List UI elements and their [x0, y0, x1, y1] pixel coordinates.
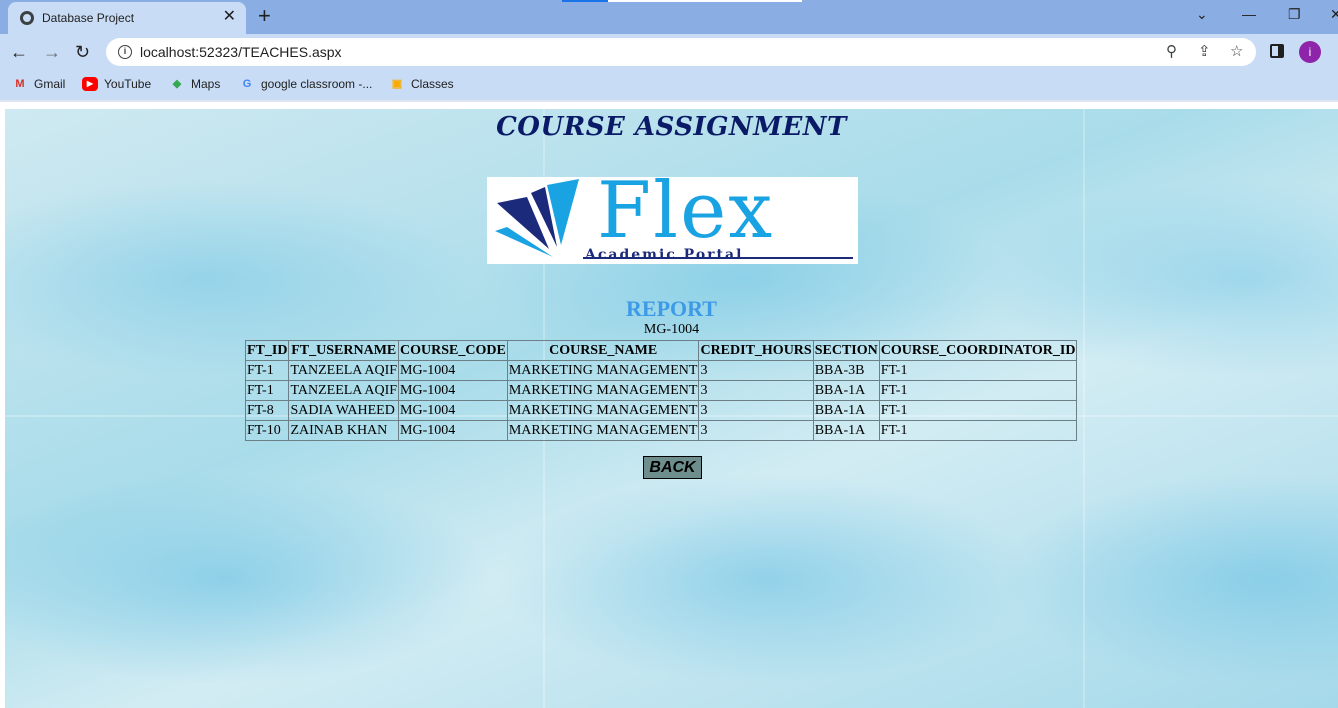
google-icon: G — [242, 78, 252, 90]
tab-strip: Database Project ✕ + ⌄ — ❐ ✕ — [0, 0, 1338, 34]
table-cell: FT-1 — [244, 380, 290, 401]
bookmark-label: Gmail — [34, 77, 66, 91]
bookmark-google-classroom[interactable]: G google classroom -... — [239, 77, 373, 91]
forward-arrow-icon[interactable]: → — [43, 40, 61, 64]
column-header: CREDIT_HOURS — [698, 340, 814, 361]
gmail-icon: M — [15, 78, 25, 90]
flex-logo: Flex Academic Portal — [487, 177, 858, 264]
column-header: COURSE_COORDINATOR_ID — [878, 340, 1078, 361]
table-cell: FT-8 — [244, 400, 290, 421]
table-cell: FT-1 — [244, 360, 290, 381]
reload-icon[interactable]: ↻ — [75, 40, 90, 64]
table-row: FT-1 TANZEELA AQIF MG-1004 MARKETING MAN… — [244, 360, 1078, 381]
report-title: REPORT — [626, 296, 717, 321]
tab-search-chevron-icon[interactable]: ⌄ — [1196, 4, 1208, 24]
bookmarks-bar: M Gmail ▶ YouTube ◆ Maps G google classr… — [0, 70, 1338, 100]
profile-avatar[interactable]: i — [1299, 41, 1321, 63]
table-cell: MARKETING MANAGEMENT — [506, 420, 700, 441]
table-cell: SADIA WAHEED — [288, 400, 400, 421]
report-course-code: MG-1004 — [643, 322, 700, 337]
table-cell: FT-1 — [878, 360, 1078, 381]
globe-icon — [20, 11, 34, 25]
close-window-button[interactable]: ✕ — [1330, 4, 1338, 24]
bookmark-label: Maps — [191, 77, 221, 91]
logo-subtitle: Academic Portal — [585, 247, 744, 263]
classroom-icon: ▣ — [391, 78, 403, 90]
new-tab-button[interactable]: + — [258, 4, 271, 28]
site-info-icon[interactable]: i — [118, 45, 132, 59]
table-cell: 3 — [698, 380, 814, 401]
tab-title: Database Project — [42, 11, 135, 25]
table-cell: FT-1 — [878, 420, 1078, 441]
table-cell: TANZEELA AQIF — [288, 360, 400, 381]
table-cell: TANZEELA AQIF — [288, 380, 400, 401]
table-cell: FT-10 — [244, 420, 290, 441]
back-arrow-icon[interactable]: ← — [10, 40, 28, 64]
logo-swoosh-icon — [495, 179, 579, 257]
youtube-icon: ▶ — [82, 77, 98, 91]
close-tab-icon[interactable]: ✕ — [223, 8, 236, 26]
back-button[interactable]: BACK — [643, 456, 702, 479]
column-header: COURSE_NAME — [506, 340, 700, 361]
browser-toolbar: ← → ↻ i localhost:52323/TEACHES.aspx ⚲ ⇪… — [0, 34, 1338, 70]
table-row: FT-10 ZAINAB KHAN MG-1004 MARKETING MANA… — [244, 420, 1078, 441]
bookmark-classes[interactable]: ▣ Classes — [389, 77, 454, 91]
maps-icon: ◆ — [172, 78, 182, 90]
zoom-icon[interactable]: ⚲ — [1166, 42, 1177, 62]
table-cell: BBA-1A — [812, 400, 880, 421]
bookmark-maps[interactable]: ◆ Maps — [169, 77, 221, 91]
bookmark-star-icon[interactable]: ☆ — [1230, 42, 1243, 62]
table-cell: ZAINAB KHAN — [288, 420, 400, 441]
address-bar[interactable]: i localhost:52323/TEACHES.aspx ⚲ ⇪ ☆ — [106, 38, 1256, 66]
tab-database-project[interactable]: Database Project ✕ — [8, 2, 246, 34]
table-cell: MG-1004 — [398, 420, 508, 441]
share-icon[interactable]: ⇪ — [1198, 42, 1211, 62]
table-cell: BBA-1A — [812, 420, 880, 441]
table-cell: MG-1004 — [398, 380, 508, 401]
table-cell: 3 — [698, 420, 814, 441]
minimize-button[interactable]: — — [1242, 4, 1256, 24]
table-cell: 3 — [698, 400, 814, 421]
bookmark-youtube[interactable]: ▶ YouTube — [82, 77, 151, 91]
table-cell: MG-1004 — [398, 360, 508, 381]
restore-button[interactable]: ❐ — [1288, 4, 1301, 24]
loading-indicator — [562, 0, 608, 2]
page-title: COURSE ASSIGNMENT — [496, 112, 847, 142]
bookmark-label: YouTube — [104, 77, 152, 91]
column-header: COURSE_CODE — [398, 340, 508, 361]
table-cell: MARKETING MANAGEMENT — [506, 400, 700, 421]
bookmark-gmail[interactable]: M Gmail — [12, 77, 65, 91]
column-header: FT_USERNAME — [288, 340, 400, 361]
table-cell: MG-1004 — [398, 400, 508, 421]
table-cell: BBA-1A — [812, 380, 880, 401]
column-header: FT_ID — [244, 340, 290, 361]
table-cell: MARKETING MANAGEMENT — [506, 360, 700, 381]
bookmark-label: Classes — [411, 77, 454, 91]
report-table: FT_ID FT_USERNAME COURSE_CODE COURSE_NAM… — [244, 340, 1078, 441]
table-cell: BBA-3B — [812, 360, 880, 381]
url-text[interactable]: localhost:52323/TEACHES.aspx — [140, 44, 342, 60]
table-row: FT-1 TANZEELA AQIF MG-1004 MARKETING MAN… — [244, 380, 1078, 401]
table-cell: FT-1 — [878, 400, 1078, 421]
column-header: SECTION — [812, 340, 880, 361]
table-cell: 3 — [698, 360, 814, 381]
table-cell: MARKETING MANAGEMENT — [506, 380, 700, 401]
table-cell: FT-1 — [878, 380, 1078, 401]
table-row: FT-8 SADIA WAHEED MG-1004 MARKETING MANA… — [244, 400, 1078, 421]
side-panel-icon[interactable] — [1270, 44, 1284, 58]
page-viewport: COURSE ASSIGNMENT Flex Academic Portal R… — [0, 102, 1338, 708]
table-header-row: FT_ID FT_USERNAME COURSE_CODE COURSE_NAM… — [244, 340, 1078, 361]
bookmark-label: google classroom -... — [261, 77, 373, 91]
background-tile-seam — [1083, 109, 1085, 708]
